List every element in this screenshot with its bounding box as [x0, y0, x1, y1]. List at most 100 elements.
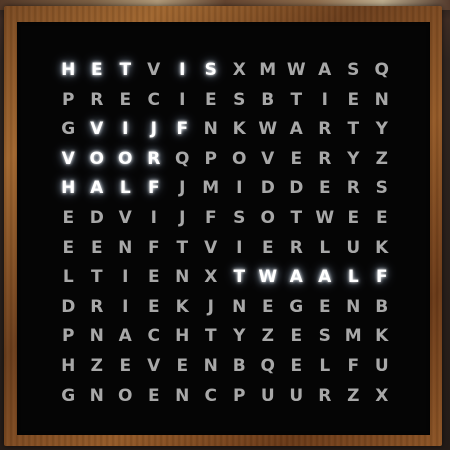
- unlit-letter: I: [122, 267, 129, 288]
- lit-letter: A: [289, 267, 303, 288]
- unlit-letter: S: [318, 326, 331, 347]
- unlit-letter: X: [232, 60, 246, 80]
- lit-letter: L: [119, 178, 131, 199]
- unlit-letter: B: [232, 355, 246, 376]
- letter-row: GNOENCPUURZX: [54, 382, 396, 412]
- letter-row: LTIENXTWAALF: [54, 263, 396, 293]
- unlit-letter: B: [375, 296, 389, 317]
- unlit-letter: X: [204, 267, 218, 288]
- unlit-letter: I: [179, 89, 186, 110]
- unlit-letter: F: [347, 355, 360, 376]
- unlit-letter: A: [318, 60, 332, 80]
- unlit-letter: Y: [375, 119, 388, 140]
- unlit-letter: L: [62, 267, 74, 288]
- unlit-letter: Z: [347, 385, 360, 406]
- unlit-letter: E: [261, 296, 274, 317]
- unlit-letter: C: [147, 89, 160, 110]
- unlit-letter: I: [321, 89, 328, 110]
- unlit-letter: G: [61, 119, 76, 140]
- lit-letter: J: [150, 119, 157, 140]
- unlit-letter: U: [289, 385, 304, 406]
- unlit-letter: N: [89, 385, 104, 406]
- unlit-letter: Y: [233, 326, 246, 347]
- lit-letter: O: [89, 148, 104, 169]
- unlit-letter: U: [260, 385, 275, 406]
- unlit-letter: I: [150, 207, 157, 228]
- letter-row: PRECIESBTIEN: [54, 86, 396, 116]
- lit-letter: O: [118, 148, 133, 169]
- unlit-letter: F: [147, 237, 160, 258]
- unlit-letter: E: [147, 267, 160, 288]
- unlit-letter: Z: [261, 326, 274, 347]
- lit-letter: S: [204, 60, 217, 80]
- unlit-letter: E: [318, 178, 331, 199]
- lit-letter: I: [179, 60, 186, 80]
- lit-letter: F: [147, 178, 160, 199]
- unlit-letter: R: [318, 148, 332, 169]
- unlit-letter: J: [179, 178, 186, 199]
- letter-row: EENFTVIERLUK: [54, 234, 396, 264]
- unlit-letter: E: [318, 296, 331, 317]
- unlit-letter: E: [147, 296, 160, 317]
- unlit-letter: N: [374, 89, 389, 110]
- unlit-letter: A: [118, 326, 132, 347]
- unlit-letter: S: [233, 207, 246, 228]
- unlit-letter: E: [62, 237, 75, 258]
- letter-grid: HETVISXMWASQPRECIESBTIENGVIJFNKWARTYVOOR…: [54, 56, 396, 411]
- lit-letter: R: [147, 148, 161, 169]
- unlit-letter: E: [290, 148, 303, 169]
- unlit-letter: O: [118, 385, 133, 406]
- unlit-letter: P: [62, 89, 75, 110]
- unlit-letter: N: [118, 237, 133, 258]
- unlit-letter: E: [119, 355, 132, 376]
- letter-row: GVIJFNKWARTY: [54, 115, 396, 145]
- unlit-letter: L: [319, 355, 331, 376]
- lit-letter: I: [122, 119, 129, 140]
- unlit-letter: N: [203, 119, 218, 140]
- unlit-letter: T: [90, 267, 103, 288]
- unlit-letter: X: [375, 385, 389, 406]
- unlit-letter: H: [61, 355, 76, 376]
- unlit-letter: D: [89, 207, 104, 228]
- unlit-letter: V: [261, 148, 275, 169]
- photo-scene: HETVISXMWASQPRECIESBTIENGVIJFNKWARTYVOOR…: [0, 0, 450, 450]
- unlit-letter: Q: [260, 355, 275, 376]
- unlit-letter: R: [289, 237, 303, 258]
- unlit-letter: S: [233, 89, 246, 110]
- letter-row: HALFJMIDDERS: [54, 174, 396, 204]
- unlit-letter: E: [176, 355, 189, 376]
- unlit-letter: V: [118, 207, 132, 228]
- unlit-letter: T: [290, 89, 303, 110]
- unlit-letter: I: [236, 178, 243, 199]
- lit-letter: A: [318, 267, 332, 288]
- unlit-letter: K: [175, 296, 189, 317]
- unlit-letter: E: [90, 237, 103, 258]
- unlit-letter: P: [204, 148, 217, 169]
- unlit-letter: S: [375, 178, 388, 199]
- unlit-letter: K: [232, 119, 246, 140]
- unlit-letter: F: [204, 207, 217, 228]
- lit-letter: E: [90, 60, 103, 80]
- letter-row: EDVIJFSOTWEE: [54, 204, 396, 234]
- unlit-letter: V: [147, 355, 161, 376]
- unlit-letter: E: [62, 207, 75, 228]
- unlit-letter: N: [203, 355, 218, 376]
- unlit-letter: I: [122, 296, 129, 317]
- lit-letter: V: [61, 148, 75, 169]
- unlit-letter: H: [175, 326, 190, 347]
- unlit-letter: A: [289, 119, 303, 140]
- unlit-letter: W: [258, 119, 278, 140]
- unlit-letter: R: [318, 119, 332, 140]
- unlit-letter: W: [315, 207, 335, 228]
- unlit-letter: O: [232, 148, 247, 169]
- unlit-letter: P: [62, 326, 75, 347]
- unlit-letter: R: [346, 178, 360, 199]
- unlit-letter: Q: [374, 60, 389, 80]
- unlit-letter: V: [204, 237, 218, 258]
- lit-letter: V: [90, 119, 104, 140]
- unlit-letter: J: [179, 207, 186, 228]
- letter-row: PNACHTYZESMK: [54, 322, 396, 352]
- letter-row: HETVISXMWASQ: [54, 56, 396, 86]
- unlit-letter: U: [374, 355, 389, 376]
- unlit-letter: N: [89, 326, 104, 347]
